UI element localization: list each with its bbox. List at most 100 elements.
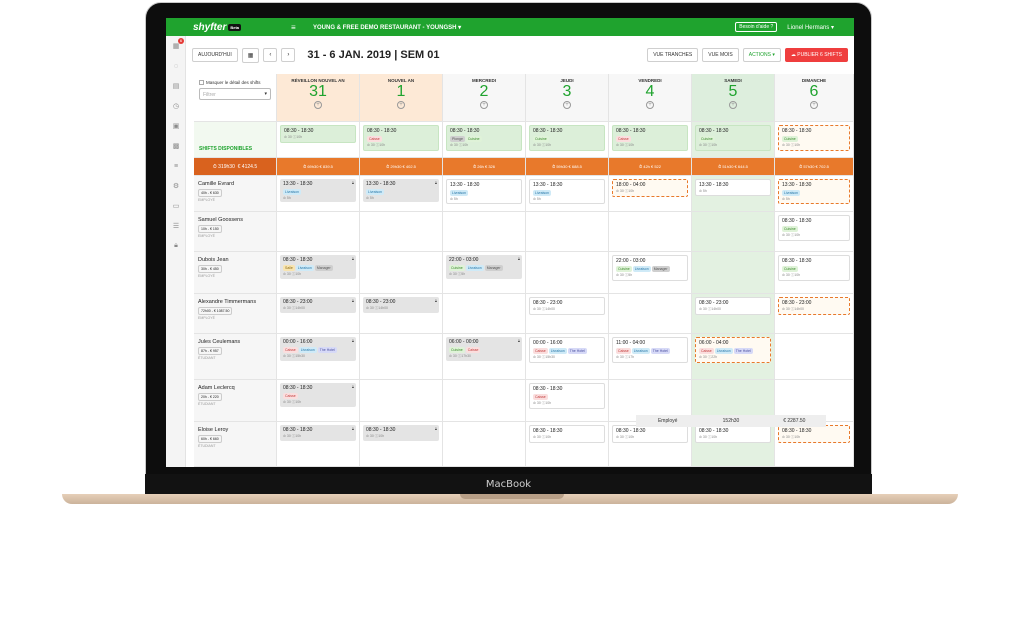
schedule-cell[interactable]: [443, 422, 526, 467]
shift-card[interactable]: 08:30 - 18:30 ⊘ 30 ⓘ10h: [695, 425, 771, 443]
today-button[interactable]: AUJOURD'HUI: [192, 48, 238, 62]
schedule-cell[interactable]: [692, 252, 775, 294]
shift-card[interactable]: 13:30 - 18:30 🔒︎ Livraison ⊘ 5h: [280, 179, 356, 202]
view-slots-button[interactable]: VUE TRANCHES: [647, 48, 699, 62]
shift-card[interactable]: 08:30 - 18:30 Caisse ⊘ 30 ⓘ10h: [363, 125, 439, 151]
shift-card[interactable]: 08:30 - 18:30 Cuisine ⊘ 30 ⓘ10h: [778, 125, 850, 151]
add-shift-icon[interactable]: +: [810, 101, 818, 109]
app-logo[interactable]: shyfter Beta: [193, 22, 253, 33]
day-header[interactable]: MERCREDI 2 +: [443, 74, 526, 122]
schedule-cell[interactable]: [443, 294, 526, 334]
schedule-cell[interactable]: 13:30 - 18:30 Livraison ⊘ 5h: [526, 176, 609, 212]
prev-week-button[interactable]: ‹: [263, 48, 278, 62]
schedule-cell[interactable]: [360, 380, 443, 422]
actions-dropdown[interactable]: ACTIONS ▾: [742, 48, 781, 62]
shift-card[interactable]: 08:30 - 18:30 Cuisine ⊘ 30 ⓘ10h: [695, 125, 771, 151]
schedule-cell[interactable]: 08:30 - 18:30 🔒︎ Caisse ⊘ 30 ⓘ10h: [277, 380, 360, 422]
shift-card[interactable]: 00:00 - 16:00 Caisse Livraison The Hotel ⊘ 3…: [529, 337, 605, 363]
schedule-cell[interactable]: [775, 334, 854, 380]
schedule-cell[interactable]: 00:00 - 16:00 Caisse Livraison The Hotel ⊘ 3…: [526, 334, 609, 380]
view-month-button[interactable]: VUE MOIS: [702, 48, 739, 62]
publish-button[interactable]: ☁ PUBLIER 6 SHIFTS: [784, 48, 848, 62]
shift-card[interactable]: 08:30 - 18:30 ⊘ 30 ⓘ10h: [280, 125, 356, 143]
shift-card[interactable]: 08:30 - 18:30 Cuisine ⊘ 30 ⓘ10h: [778, 215, 850, 241]
calendar-picker-button[interactable]: ▦: [241, 47, 260, 63]
settings-icon[interactable]: ⚙: [166, 176, 186, 196]
schedule-cell[interactable]: 06:00 - 00:00 🔒︎ Cuisine Caisse ⊘ 30 ⓘ17h30: [443, 334, 526, 380]
filter-select[interactable]: Filtrer: [199, 88, 271, 101]
schedule-cell[interactable]: 08:30 - 18:30 ⊘ 30 ⓘ10h: [692, 422, 775, 467]
add-shift-icon[interactable]: +: [314, 101, 322, 109]
schedule-cell[interactable]: [609, 212, 692, 252]
clock-icon[interactable]: ◷: [166, 96, 186, 116]
schedule-cell[interactable]: [443, 212, 526, 252]
schedule-cell[interactable]: [526, 252, 609, 294]
hide-details-toggle[interactable]: Masquer le détail des shifts: [199, 80, 271, 86]
add-shift-icon[interactable]: +: [397, 101, 405, 109]
shift-card[interactable]: 08:30 - 23:00 ⊘ 30 ⓘ14h00: [778, 297, 850, 315]
schedule-cell[interactable]: 08:30 - 18:30 🔒︎ ⊘ 30 ⓘ10h: [360, 422, 443, 467]
add-shift-icon[interactable]: +: [563, 101, 571, 109]
day-header[interactable]: JEUDI 3 +: [526, 74, 609, 122]
schedule-cell[interactable]: 08:30 - 18:30 🔒︎ Salle Livraison Manager ⊘ 30…: [277, 252, 360, 294]
shift-card[interactable]: 08:30 - 23:00 🔒︎ ⊘ 30 ⓘ14h00: [363, 297, 439, 313]
employee-row-header[interactable]: Alexandre Timmermans 72h00 - € 1087.50 EMP…: [194, 294, 277, 334]
schedule-cell[interactable]: [609, 294, 692, 334]
schedule-cell[interactable]: 13:30 - 18:30 🔒︎ Livraison ⊘ 5h: [277, 176, 360, 212]
shift-card[interactable]: 08:30 - 18:30 ⊘ 30 ⓘ10h: [778, 425, 850, 443]
shift-card[interactable]: 22:00 - 03:00 🔒︎ Cuisine Livraison Manager ⊘ …: [446, 255, 522, 279]
day-header[interactable]: SAMEDI 5 +: [692, 74, 775, 122]
shift-card[interactable]: 13:30 - 18:30 Livraison ⊘ 5h: [778, 179, 850, 204]
schedule-cell[interactable]: 08:30 - 18:30 Cuisine ⊘ 30 ⓘ10h: [775, 212, 854, 252]
schedule-cell[interactable]: 08:30 - 23:00 ⊘ 30 ⓘ14h00: [692, 294, 775, 334]
shift-card[interactable]: 08:30 - 18:30 🔒︎ Caisse ⊘ 30 ⓘ10h: [280, 383, 356, 407]
schedule-cell[interactable]: 11:00 - 04:00 Caisse Livraison The Hotel ⊘ 3…: [609, 334, 692, 380]
shift-card[interactable]: 22:00 - 03:00 Cuisine Livraison Manager ⊘ 30…: [612, 255, 688, 281]
shift-card[interactable]: 06:00 - 04:00 Caisse Livraison The Hotel ⊘ 3…: [695, 337, 771, 363]
employee-row-header[interactable]: Dubois Jean 30h - € 450 EMPLOYÉ: [194, 252, 277, 294]
schedule-cell[interactable]: 18:00 - 04:00 ⊘ 30 ⓘ10h: [609, 176, 692, 212]
schedule-cell[interactable]: 13:30 - 18:30 Livraison ⊘ 5h: [443, 176, 526, 212]
shift-card[interactable]: 08:30 - 18:30 🔒︎ ⊘ 30 ⓘ10h: [363, 425, 439, 441]
schedule-cell[interactable]: 08:30 - 18:30 ⊘ 30 ⓘ10h: [775, 422, 854, 467]
shift-card[interactable]: 08:30 - 23:00 ⊘ 30 ⓘ14h00: [529, 297, 605, 315]
schedule-cell[interactable]: 08:30 - 23:00 🔒︎ ⊘ 30 ⓘ14h00: [360, 294, 443, 334]
user-menu[interactable]: Lionel Hermans ▾: [787, 24, 834, 31]
schedule-cell[interactable]: 08:30 - 23:00 🔒︎ ⊘ 30 ⓘ14h00: [277, 294, 360, 334]
shift-card[interactable]: 00:00 - 16:00 🔒︎ Caisse Livraison The Hotel ⊘…: [280, 337, 356, 361]
shift-card[interactable]: 13:30 - 18:30 🔒︎ Livraison ⊘ 5h: [363, 179, 439, 202]
schedule-cell[interactable]: 08:30 - 23:00 ⊘ 30 ⓘ14h00: [775, 294, 854, 334]
day-header[interactable]: RÉVEILLON NOUVEL AN 31 +: [277, 74, 360, 122]
restaurant-selector[interactable]: YOUNG & FREE DEMO RESTAURANT - YOUNGSH ▾: [313, 24, 461, 31]
add-shift-icon[interactable]: +: [729, 101, 737, 109]
shift-card[interactable]: 13:30 - 18:30 ⊘ 5h: [695, 179, 771, 196]
schedule-cell[interactable]: 13:30 - 18:30 🔒︎ Livraison ⊘ 5h: [360, 176, 443, 212]
list-icon[interactable]: ☰: [166, 216, 186, 236]
shift-card[interactable]: 08:30 - 23:00 ⊘ 30 ⓘ14h00: [695, 297, 771, 315]
shift-card[interactable]: 13:30 - 18:30 Livraison ⊘ 5h: [446, 179, 522, 204]
schedule-cell[interactable]: 08:30 - 18:30 Caisse ⊘ 30 ⓘ10h: [526, 380, 609, 422]
employee-row-header[interactable]: Jules Ceulemans 87h - € 957 ÉTUDIANT: [194, 334, 277, 380]
schedule-cell[interactable]: 13:30 - 18:30 ⊘ 5h: [692, 176, 775, 212]
shift-card[interactable]: 08:30 - 18:30 Cuisine ⊘ 30 ⓘ10h: [778, 255, 850, 281]
employee-row-header[interactable]: Camille Evrard 40h - € 630 EMPLOYÉ: [194, 176, 277, 212]
schedule-cell[interactable]: 08:30 - 18:30 ⊘ 30 ⓘ10h: [526, 422, 609, 467]
clipboard-icon[interactable]: ▣: [166, 116, 186, 136]
shift-card[interactable]: 08:30 - 18:30 Plonge Cuisine ⊘ 30 ⓘ10h: [446, 125, 522, 151]
document-icon[interactable]: ▤: [166, 76, 186, 96]
add-shift-icon[interactable]: +: [646, 101, 654, 109]
schedule-cell[interactable]: [360, 252, 443, 294]
shift-card[interactable]: 08:30 - 18:30 ⊘ 30 ⓘ10h: [529, 425, 605, 443]
calendar-icon[interactable]: ▦ 6: [166, 36, 186, 56]
schedule-cell[interactable]: [526, 212, 609, 252]
shift-card[interactable]: 06:00 - 00:00 🔒︎ Cuisine Caisse ⊘ 30 ⓘ17h30: [446, 337, 522, 361]
schedule-cell[interactable]: 13:30 - 18:30 Livraison ⊘ 5h: [775, 176, 854, 212]
employee-row-header[interactable]: Eloise Leroy 60h - € 660 ÉTUDIANT: [194, 422, 277, 467]
day-header[interactable]: DIMANCHE 6 +: [775, 74, 854, 122]
shift-card[interactable]: 08:30 - 18:30 Caisse ⊘ 30 ⓘ10h: [529, 383, 605, 409]
card-icon[interactable]: ▭: [166, 196, 186, 216]
shift-card[interactable]: 13:30 - 18:30 Livraison ⊘ 5h: [529, 179, 605, 204]
hide-details-checkbox[interactable]: [199, 80, 204, 86]
employee-row-header[interactable]: Adam Leclercq 20h - € 220 ÉTUDIANT: [194, 380, 277, 422]
schedule-cell[interactable]: 08:30 - 18:30 Cuisine ⊘ 30 ⓘ10h: [775, 252, 854, 294]
